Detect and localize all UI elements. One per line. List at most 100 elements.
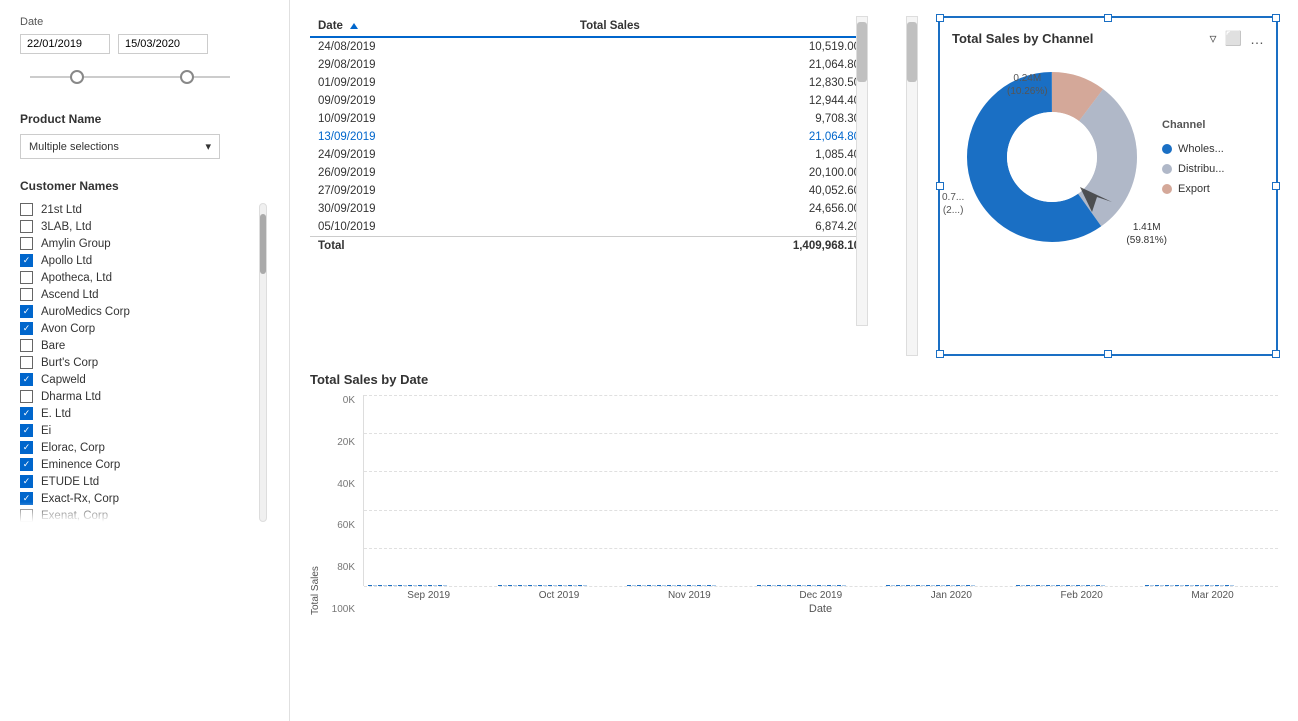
bar-group[interactable] [538,585,547,586]
bar-group[interactable] [966,585,975,586]
bar-dark[interactable] [926,585,930,586]
customer-scrollbar[interactable] [259,203,267,522]
bar-group[interactable] [1145,585,1154,586]
bar-light[interactable] [553,585,557,586]
bar-dark[interactable] [667,585,671,586]
bar-dark[interactable] [936,585,940,586]
bar-group[interactable] [1225,585,1234,586]
bar-dark[interactable] [1046,585,1050,586]
list-item[interactable]: Exenat, Corp [20,509,130,522]
bar-dark[interactable] [627,585,631,586]
bar-group[interactable] [777,585,786,586]
bar-dark[interactable] [677,585,681,586]
customer-checkbox[interactable] [20,271,33,284]
bar-group[interactable] [657,585,666,586]
bar-dark[interactable] [428,585,432,586]
bar-group[interactable] [1165,585,1174,586]
list-item[interactable]: Capweld [20,373,130,386]
customer-checkbox[interactable] [20,492,33,505]
bar-dark[interactable] [896,585,900,586]
bar-dark[interactable] [657,585,661,586]
bar-group[interactable] [667,585,676,586]
bar-dark[interactable] [498,585,502,586]
more-icon[interactable]: … [1250,31,1264,47]
resize-handle-mr[interactable] [1272,182,1280,190]
bar-dark[interactable] [787,585,791,586]
bar-dark[interactable] [637,585,641,586]
col-sales[interactable]: Total Sales [572,16,868,37]
bar-group[interactable] [757,585,766,586]
customer-checkbox[interactable] [20,322,33,335]
bar-dark[interactable] [538,585,542,586]
list-item[interactable]: AuroMedics Corp [20,305,130,318]
bar-group[interactable] [1205,585,1214,586]
bar-light[interactable] [822,585,826,586]
bar-light[interactable] [632,585,636,586]
bar-group[interactable] [697,585,706,586]
product-name-dropdown[interactable]: Multiple selections ▾ [20,134,220,159]
bar-group[interactable] [1185,585,1194,586]
list-item[interactable]: Amylin Group [20,237,130,250]
bar-dark[interactable] [438,585,442,586]
bar-group[interactable] [677,585,686,586]
bar-dark[interactable] [757,585,761,586]
bar-light[interactable] [1200,585,1204,586]
bar-light[interactable] [563,585,567,586]
bar-dark[interactable] [697,585,701,586]
resize-handle-tl[interactable] [936,14,944,22]
bar-dark[interactable] [568,585,572,586]
resize-handle-tm[interactable] [1104,14,1112,22]
table-row[interactable]: 30/09/201924,656.00 [310,200,868,218]
bar-group[interactable] [807,585,816,586]
bar-light[interactable] [393,585,397,586]
bar-light[interactable] [373,585,377,586]
bar-group[interactable] [1195,585,1204,586]
bar-dark[interactable] [388,585,392,586]
bar-dark[interactable] [1086,585,1090,586]
bar-group[interactable] [508,585,517,586]
list-item[interactable]: Burt's Corp [20,356,130,369]
list-item[interactable]: Exact-Rx, Corp [20,492,130,505]
bar-group[interactable] [627,585,636,586]
bar-dark[interactable] [1195,585,1199,586]
bar-group[interactable] [368,585,377,586]
bar-group[interactable] [797,585,806,586]
bar-light[interactable] [523,585,527,586]
customer-checkbox[interactable] [20,390,33,403]
customer-checkbox[interactable] [20,305,33,318]
list-item[interactable]: Avon Corp [20,322,130,335]
bar-light[interactable] [1180,585,1184,586]
table-row[interactable]: 10/09/20199,708.30 [310,110,868,128]
bar-group[interactable] [687,585,696,586]
bar-light[interactable] [891,585,895,586]
bar-light[interactable] [513,585,517,586]
bar-dark[interactable] [946,585,950,586]
bar-dark[interactable] [797,585,801,586]
customer-checkbox[interactable] [20,373,33,386]
bar-light[interactable] [951,585,955,586]
customer-checkbox[interactable] [20,424,33,437]
bar-group[interactable] [498,585,507,586]
bar-group[interactable] [428,585,437,586]
bar-group[interactable] [946,585,955,586]
date-end-input[interactable] [118,34,208,54]
bar-light[interactable] [662,585,666,586]
filter-icon[interactable]: ▿ [1210,30,1217,47]
bar-group[interactable] [398,585,407,586]
bar-group[interactable] [1076,585,1085,586]
bar-dark[interactable] [707,585,711,586]
customer-checkbox[interactable] [20,407,33,420]
bar-dark[interactable] [1145,585,1149,586]
bar-light[interactable] [413,585,417,586]
bar-dark[interactable] [777,585,781,586]
bar-dark[interactable] [817,585,821,586]
bar-light[interactable] [812,585,816,586]
bar-dark[interactable] [528,585,532,586]
bar-light[interactable] [443,585,447,586]
bar-light[interactable] [792,585,796,586]
bar-group[interactable] [1175,585,1184,586]
bar-light[interactable] [1051,585,1055,586]
resize-handle-br[interactable] [1272,350,1280,358]
bar-light[interactable] [901,585,905,586]
list-item[interactable]: Bare [20,339,130,352]
